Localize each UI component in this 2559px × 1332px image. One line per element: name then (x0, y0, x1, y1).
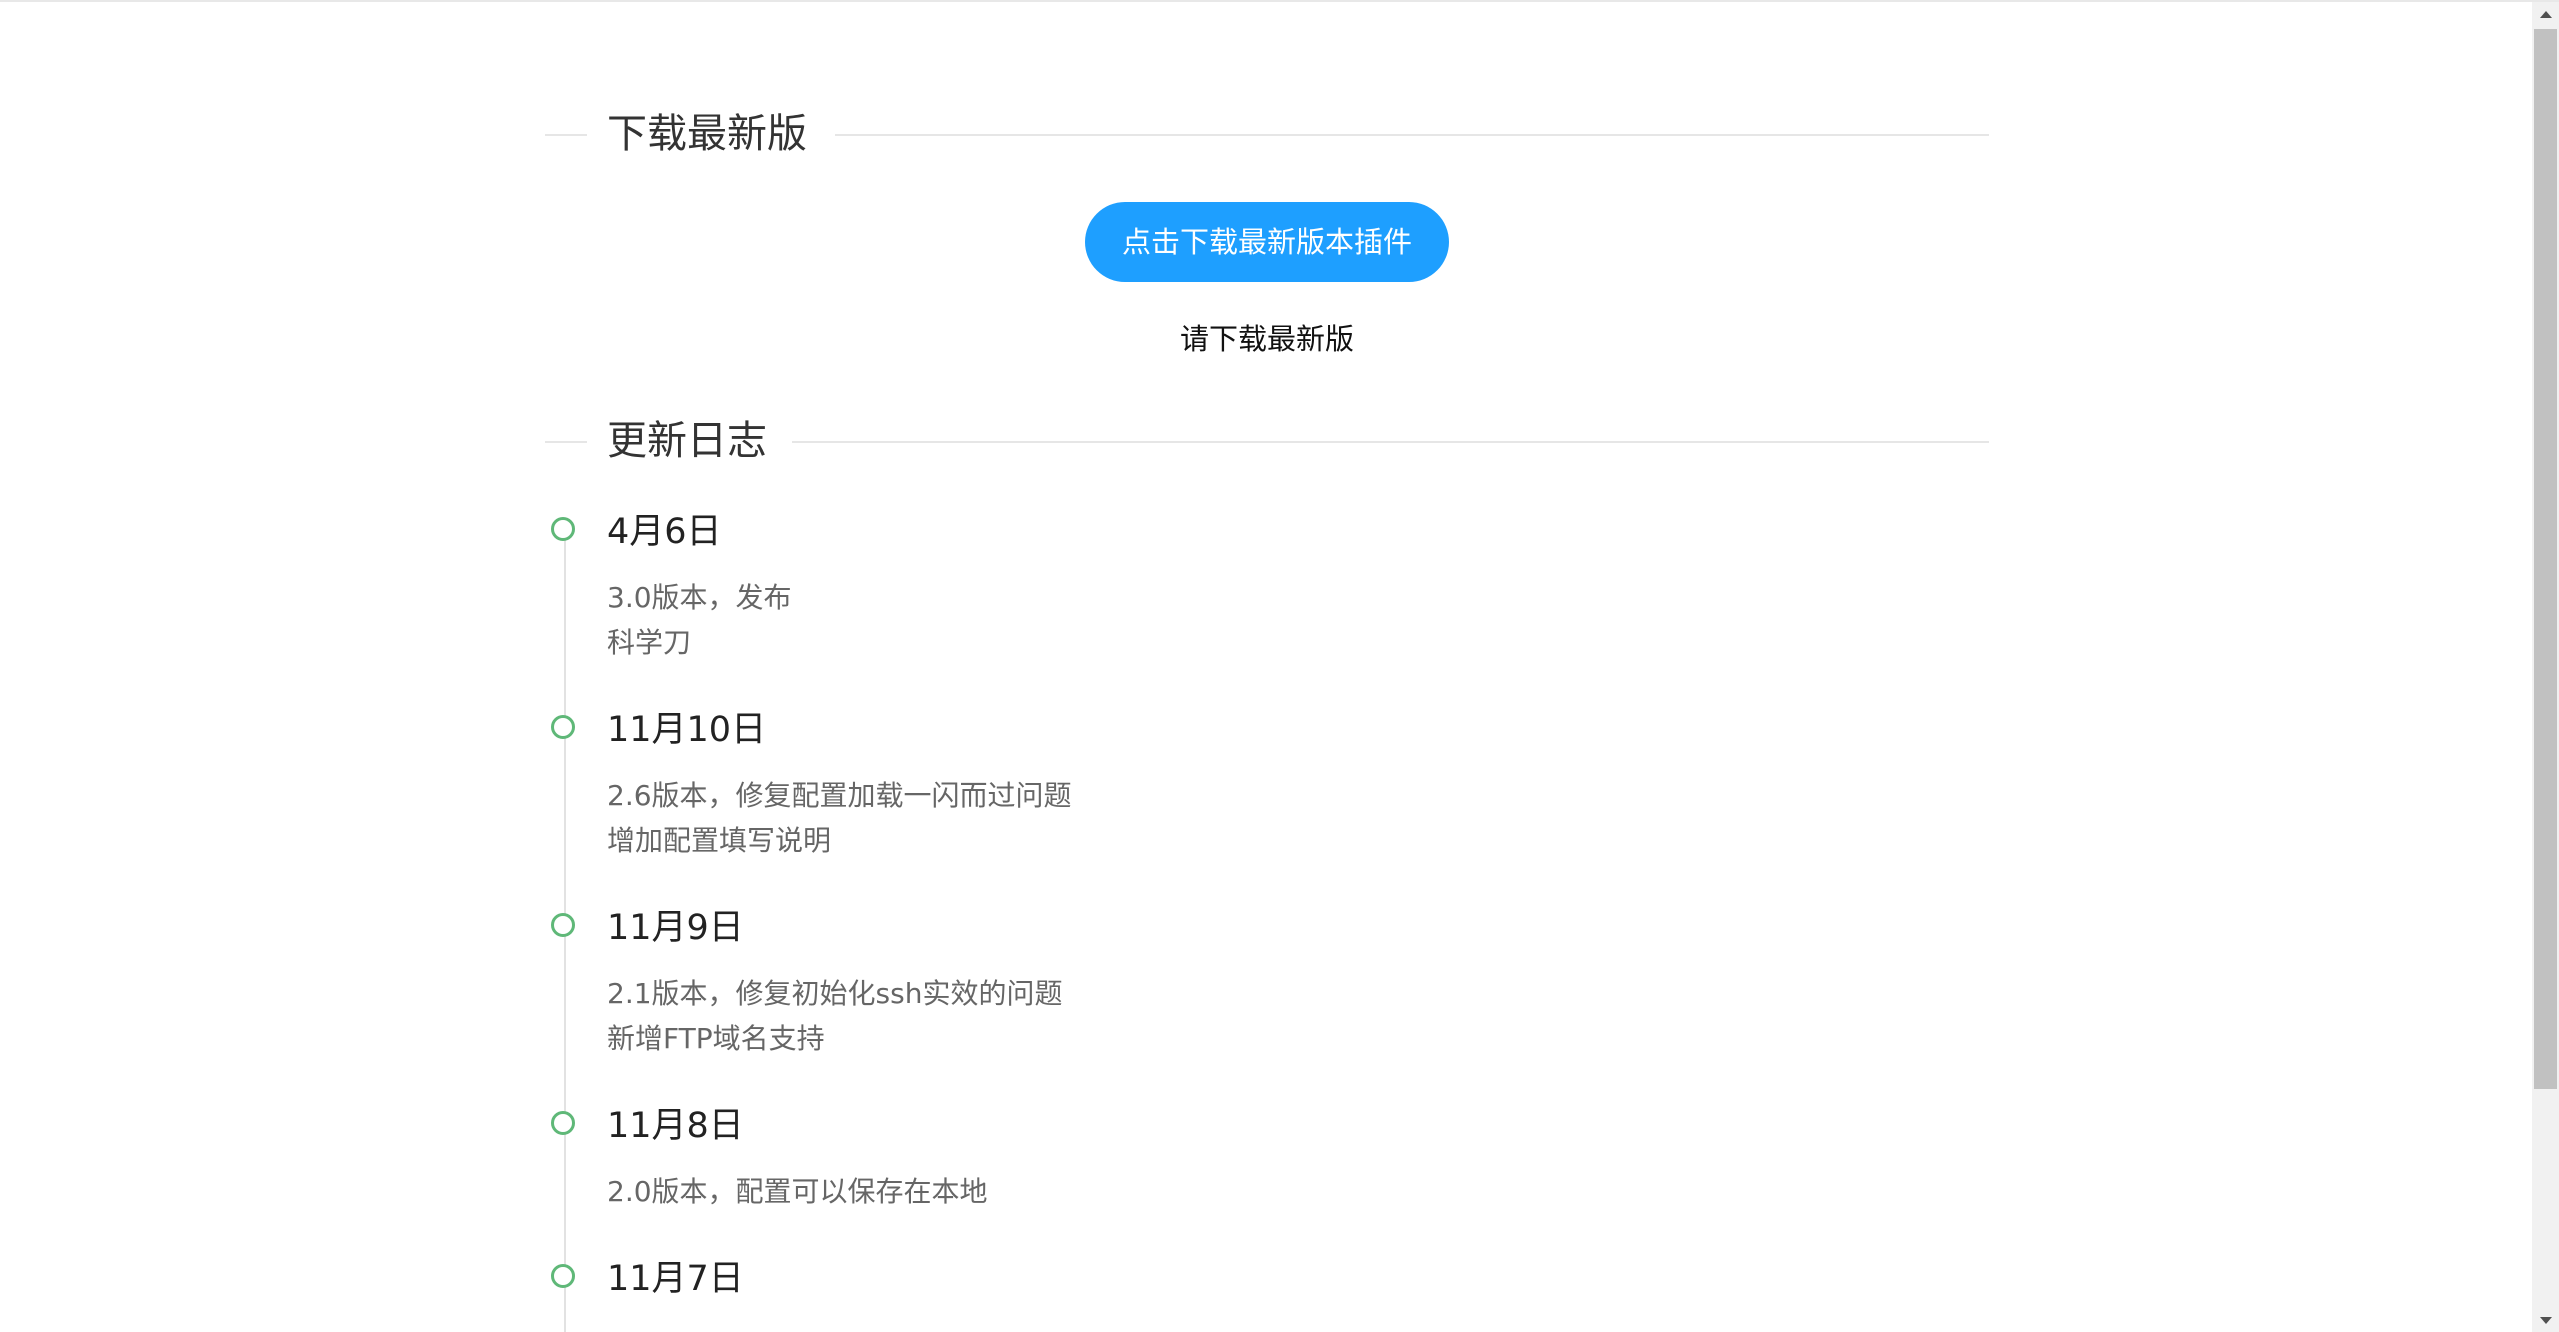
timeline-date: 4月6日 (607, 512, 722, 552)
timeline-dot-icon (551, 517, 575, 541)
title-divider-left (545, 134, 587, 136)
timeline-line: 新增FTP域名支持 (607, 1022, 825, 1055)
timeline-line: 2.6版本，修复配置加载一闪而过问题 (607, 779, 1072, 812)
timeline-date: 11月8日 (607, 1106, 744, 1146)
timeline-dot-icon (551, 715, 575, 739)
timeline-line: 3.0版本，发布 (607, 581, 792, 614)
timeline-line: 2.1版本，修复初始化ssh实效的问题 (607, 977, 1063, 1010)
timeline-date: 11月9日 (607, 908, 744, 948)
scrollbar-thumb[interactable] (2534, 29, 2557, 1089)
title-divider-right (792, 441, 1989, 443)
vertical-scrollbar[interactable] (2532, 2, 2559, 1332)
timeline-dot-icon (551, 1264, 575, 1288)
timeline-dot-icon (551, 913, 575, 937)
title-divider-left (545, 441, 587, 443)
download-title: 下载最新版 (607, 104, 827, 164)
download-hint: 请下载最新版 (1179, 322, 1354, 356)
timeline-dot-icon (551, 1111, 575, 1135)
timeline-description: 2.6版本，修复配置加载一闪而过问题 增加配置填写说明 (607, 773, 1072, 863)
timeline-line: 科学刀 (607, 626, 692, 659)
timeline-line: 2.0版本，配置可以保存在本地 (607, 1175, 988, 1208)
changelog-section-title: 更新日志 (545, 411, 1989, 471)
timeline-date: 11月7日 (607, 1259, 744, 1299)
download-latest-button[interactable]: 点击下载最新版本插件 (1085, 202, 1449, 282)
timeline-date: 11月10日 (607, 710, 767, 750)
timeline-line: 增加配置填写说明 (607, 824, 832, 857)
triangle-up-icon[interactable] (2532, 2, 2559, 29)
download-section-title: 下载最新版 (545, 104, 1989, 164)
changelog-title: 更新日志 (607, 411, 787, 471)
timeline-description: 2.0版本，配置可以保存在本地 (607, 1169, 988, 1214)
page: 下载最新版 点击下载最新版本插件 请下载最新版 更新日志 4月6日 3.0版本，… (0, 0, 2559, 1332)
title-divider-right (835, 134, 1989, 136)
timeline-description: 2.1版本，修复初始化ssh实效的问题 新增FTP域名支持 (607, 971, 1062, 1061)
timeline-description: 3.0版本，发布 科学刀 (607, 575, 792, 665)
triangle-down-icon[interactable] (2532, 1307, 2559, 1332)
